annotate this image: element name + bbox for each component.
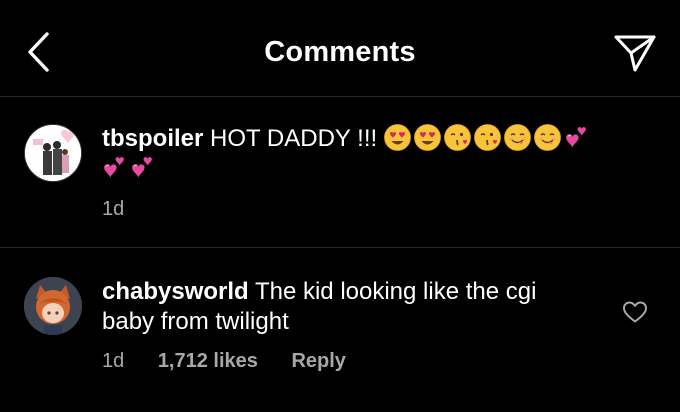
reply-button[interactable]: Reply	[291, 350, 345, 373]
kissing-heart-emoji-icon	[444, 124, 471, 151]
heart-outline-icon	[623, 301, 647, 323]
like-button[interactable]	[622, 300, 648, 324]
profile-picture	[25, 125, 81, 181]
caption-post: tbspoiler HOT DADDY !!! 1d	[0, 97, 680, 248]
heart-eyes-emoji-icon	[384, 124, 411, 151]
caption-message: HOT DADDY !!!	[210, 125, 378, 152]
yum-emoji-icon	[504, 124, 531, 151]
caption-username[interactable]: tbspoiler	[102, 125, 203, 152]
avatar[interactable]	[24, 277, 82, 335]
kissing-heart-emoji-icon	[474, 124, 501, 151]
header-bar: Comments	[0, 0, 680, 97]
two-hearts-emoji-icon	[103, 156, 125, 179]
profile-picture	[24, 277, 82, 335]
comment-username[interactable]: chabysworld	[102, 278, 249, 305]
comment-item: chabysworld The kid looking like the cgi…	[0, 248, 680, 412]
likes-count[interactable]: 1,712 likes	[158, 350, 258, 373]
comment-timestamp: 1d	[102, 350, 125, 372]
comment-meta: 1d 1,712 likes Reply	[102, 350, 374, 373]
comment-text: chabysworld The kid looking like the cgi…	[102, 277, 592, 337]
two-hearts-emoji-icon	[565, 126, 587, 149]
yum-emoji-icon	[534, 124, 561, 151]
paper-plane-icon	[614, 35, 656, 72]
share-button[interactable]	[612, 32, 658, 74]
page-title: Comments	[264, 36, 416, 68]
avatar[interactable]	[24, 124, 82, 182]
caption-timestamp: 1d	[102, 198, 125, 220]
two-hearts-emoji-icon	[131, 156, 153, 179]
heart-eyes-emoji-icon	[414, 124, 441, 151]
caption-text: tbspoiler HOT DADDY !!!	[102, 124, 642, 184]
